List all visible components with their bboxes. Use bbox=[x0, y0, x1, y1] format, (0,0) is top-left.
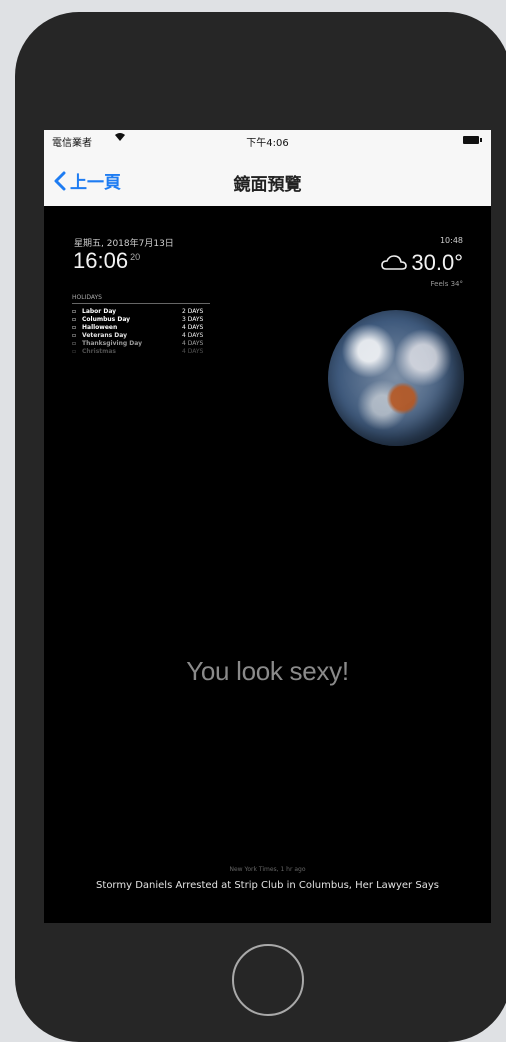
chevron-left-icon bbox=[54, 171, 66, 190]
mirror-preview: 星期五, 2018年7月13日 16:06 20 HOLIDAYS ▫ Labor … bbox=[44, 206, 491, 923]
holiday-date: 2 DAYS bbox=[182, 308, 204, 315]
holidays-title: HOLIDAYS bbox=[72, 294, 210, 304]
mirror-clock: 16:06 20 bbox=[73, 248, 140, 274]
holiday-item: ▫ Labor Day 2 DAYS bbox=[72, 308, 242, 316]
clock-time: 16:06 bbox=[73, 248, 129, 273]
holiday-list: ▫ Labor Day 2 DAYS ▫ Columbus Day 3 DAYS ▫ Hall… bbox=[72, 308, 242, 356]
calendar-icon: ▫ bbox=[72, 308, 77, 315]
earth-image bbox=[328, 310, 464, 446]
status-bar: 電信業者 下午4:06 bbox=[44, 130, 491, 150]
holiday-date: 4 DAYS bbox=[182, 332, 204, 339]
temperature-value: 30.0° bbox=[411, 250, 463, 275]
holiday-name: Halloween bbox=[82, 324, 118, 331]
wifi-icon bbox=[114, 132, 126, 145]
feels-like: Feels 34° bbox=[430, 280, 463, 288]
phone-screen: 電信業者 下午4:06 上一頁 鏡面預覽 星期五, 2018年7月13日 16:… bbox=[44, 130, 491, 923]
news-source: New York Times, 1 hr ago bbox=[229, 866, 306, 873]
carrier-label: 電信業者 bbox=[52, 138, 92, 149]
weather-update-time: 10:48 bbox=[439, 236, 463, 245]
holiday-item: ▫ Columbus Day 3 DAYS bbox=[72, 316, 242, 324]
weather-temperature: 30.0° bbox=[381, 250, 463, 276]
page-title: 鏡面預覽 bbox=[233, 175, 302, 195]
holiday-name: Thanksgiving Day bbox=[82, 340, 142, 347]
clock-seconds: 20 bbox=[130, 251, 141, 262]
holiday-date: 4 DAYS bbox=[182, 340, 204, 347]
back-button[interactable]: 上一頁 bbox=[54, 168, 121, 193]
navigation-bar: 上一頁 鏡面預覽 bbox=[44, 150, 491, 207]
cloud-icon bbox=[381, 255, 408, 270]
calendar-icon: ▫ bbox=[72, 316, 77, 323]
back-button-label: 上一頁 bbox=[70, 173, 121, 193]
holiday-date: 4 DAYS bbox=[182, 324, 204, 331]
holiday-item: ▫ Thanksgiving Day 4 DAYS bbox=[72, 340, 242, 348]
holiday-item: ▫ Veterans Day 4 DAYS bbox=[72, 332, 242, 340]
calendar-icon: ▫ bbox=[72, 340, 77, 347]
holiday-item: ▫ Halloween 4 DAYS bbox=[72, 324, 242, 332]
holiday-name: Veterans Day bbox=[82, 332, 128, 339]
holiday-name: Columbus Day bbox=[82, 316, 131, 323]
news-headline: Stormy Daniels Arrested at Strip Club in… bbox=[96, 880, 439, 891]
status-time: 下午4:06 bbox=[246, 138, 289, 149]
calendar-icon: ▫ bbox=[72, 324, 77, 331]
battery-icon bbox=[463, 136, 483, 144]
holiday-date: 3 DAYS bbox=[182, 316, 204, 323]
holiday-name: Christmas bbox=[82, 348, 117, 355]
calendar-icon: ▫ bbox=[72, 348, 77, 355]
calendar-icon: ▫ bbox=[72, 332, 77, 339]
holiday-item: ▫ Christmas 4 DAYS bbox=[72, 348, 242, 356]
compliment-text: You look sexy! bbox=[186, 656, 349, 686]
holiday-name: Labor Day bbox=[82, 308, 117, 315]
home-button[interactable] bbox=[232, 944, 304, 1016]
holiday-date: 4 DAYS bbox=[182, 348, 204, 355]
